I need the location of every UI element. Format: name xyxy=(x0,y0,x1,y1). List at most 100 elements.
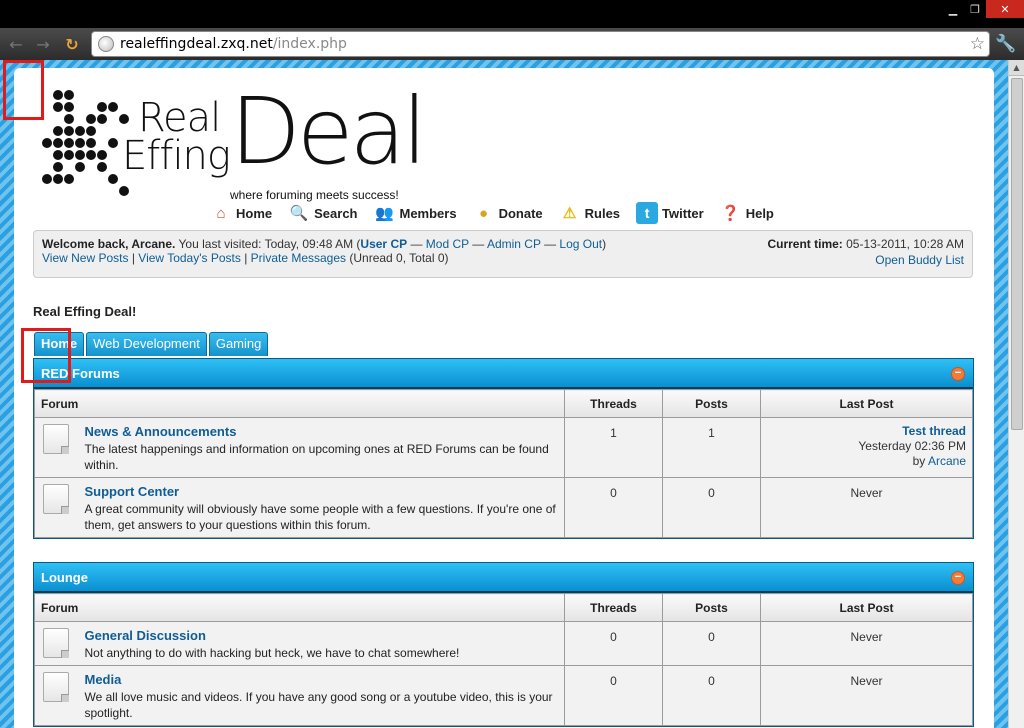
menu-rules[interactable]: ⚠ Rules xyxy=(559,202,620,224)
forward-icon[interactable]: → xyxy=(32,33,54,55)
forum-description: A great community will obviously have so… xyxy=(84,502,556,532)
forum-read-icon xyxy=(43,672,69,702)
logo-dots-icon xyxy=(42,90,132,202)
logo-dot xyxy=(75,126,85,136)
board-title: Real Effing Deal! xyxy=(33,304,137,319)
wrench-icon[interactable]: 🔧 xyxy=(994,32,1018,56)
logo-dot xyxy=(86,138,96,148)
scroll-thumb[interactable] xyxy=(1011,78,1023,430)
forum-link[interactable]: Media xyxy=(85,672,561,687)
category-title: Lounge xyxy=(41,570,88,585)
logo-tagline: where foruming meets success! xyxy=(230,188,399,202)
col-forum: Forum xyxy=(34,593,565,622)
search-icon: 🔍 xyxy=(289,205,309,222)
reload-icon[interactable]: ↻ xyxy=(61,33,83,55)
post-count: 1 xyxy=(662,417,761,478)
logo-dot xyxy=(53,102,63,112)
members-icon: 👥 xyxy=(375,205,394,222)
open-buddy-list-link[interactable]: Open Buddy List xyxy=(875,253,964,267)
close-icon[interactable]: ✕ xyxy=(986,0,1024,18)
star-icon[interactable]: ☆ xyxy=(970,34,985,54)
logo-dot xyxy=(108,174,118,184)
logo-dot xyxy=(75,162,85,172)
last-post-thread-link[interactable]: Test thread xyxy=(902,424,966,438)
last-post-cell: Never xyxy=(760,621,973,666)
minimize-icon[interactable]: ▁ xyxy=(942,0,964,18)
welcome-panel: Welcome back, Arcane. You last visited: … xyxy=(33,230,973,278)
table-row: Media We all love music and videos. If y… xyxy=(34,665,973,726)
table-row: News & Announcements The latest happenin… xyxy=(34,417,973,478)
forum-info-cell: Media We all love music and videos. If y… xyxy=(80,665,565,726)
category-lounge: Lounge − Forum Threads Posts Last Post G… xyxy=(33,562,974,727)
last-visited-text: You last visited: Today, 09:48 AM ( xyxy=(175,237,361,251)
logo-dot xyxy=(53,150,63,160)
last-post-time: Yesterday 02:36 PM xyxy=(858,439,966,453)
menu-twitter[interactable]: t Twitter xyxy=(636,202,704,224)
forum-link[interactable]: Support Center xyxy=(85,484,561,499)
post-count: 0 xyxy=(662,621,761,666)
home-icon: ⌂ xyxy=(216,204,226,222)
last-post-cell: Test thread Yesterday 02:36 PM by Arcane xyxy=(760,417,973,478)
help-icon: ❓ xyxy=(721,205,741,222)
logo-dot xyxy=(64,114,74,124)
main-menu: ⌂ Home 🔍 Search 👥 Members ● Donate ⚠ Rul… xyxy=(210,202,774,224)
pm-count-text: (Unread 0, Total 0) xyxy=(346,251,449,265)
scroll-up-icon[interactable]: ▲ xyxy=(1009,60,1024,76)
forum-info-cell: News & Announcements The latest happenin… xyxy=(80,417,565,478)
current-time-value: 05-13-2011, 10:28 AM xyxy=(842,237,964,251)
mod-cp-link[interactable]: Mod CP xyxy=(426,237,469,251)
current-time: Current time: 05-13-2011, 10:28 AM xyxy=(767,237,964,251)
site-logo[interactable]: Real Effing Deal where foruming meets su… xyxy=(42,86,442,202)
address-bar[interactable]: realeffingdeal.zxq.net/index.php ☆ xyxy=(91,31,990,57)
menu-donate[interactable]: ● Donate xyxy=(473,202,543,224)
pipe-1: | xyxy=(128,251,139,265)
collapse-icon[interactable]: − xyxy=(951,571,965,585)
logo-dot xyxy=(108,102,118,112)
menu-home[interactable]: ⌂ Home xyxy=(210,202,272,224)
url-host: realeffingdeal.zxq.net xyxy=(120,36,273,52)
logo-dot xyxy=(53,126,63,136)
user-cp-link[interactable]: User CP xyxy=(360,237,407,251)
tab-gaming[interactable]: Gaming xyxy=(208,332,269,356)
maximize-icon[interactable]: ❐ xyxy=(964,0,986,18)
vertical-scrollbar[interactable]: ▲ xyxy=(1008,60,1024,728)
table-row: General Discussion Not anything to do wi… xyxy=(34,621,973,666)
last-post-author-link[interactable]: Arcane xyxy=(928,454,966,468)
close-paren: ) xyxy=(602,237,607,251)
forum-table: Forum Threads Posts Last Post General Di… xyxy=(34,593,973,726)
thread-count: 0 xyxy=(564,665,663,726)
last-post-by: by xyxy=(912,454,928,468)
logo-dot xyxy=(42,174,52,184)
logo-dot xyxy=(75,138,85,148)
table-row: Support Center A great community will ob… xyxy=(34,477,973,538)
private-messages-link[interactable]: Private Messages xyxy=(251,251,346,265)
menu-rules-label: Rules xyxy=(584,205,621,221)
forum-link[interactable]: News & Announcements xyxy=(85,424,561,439)
logo-dot xyxy=(53,90,63,100)
thread-count: 0 xyxy=(564,621,663,666)
window-controls: ▁ ❐ ✕ xyxy=(942,0,1024,18)
collapse-icon[interactable]: − xyxy=(951,367,965,381)
menu-members-label: Members xyxy=(399,205,457,221)
back-icon[interactable]: ← xyxy=(5,33,27,55)
col-last-post: Last Post xyxy=(760,389,973,418)
view-todays-posts-link[interactable]: View Today's Posts xyxy=(138,251,241,265)
category-red-forums: RED Forums − Forum Threads Posts Last Po… xyxy=(33,358,974,539)
annotation-box xyxy=(3,60,44,120)
menu-help[interactable]: ❓ Help xyxy=(720,202,774,224)
browser-toolbar: ← → ↻ realeffingdeal.zxq.net/index.php ☆… xyxy=(0,28,1024,60)
logo-dot xyxy=(64,174,74,184)
admin-cp-link[interactable]: Admin CP xyxy=(487,237,541,251)
logo-dot xyxy=(119,186,129,196)
post-count: 0 xyxy=(662,477,761,538)
forum-link[interactable]: General Discussion xyxy=(85,628,561,643)
tab-web-development[interactable]: Web Development xyxy=(86,332,207,356)
menu-search[interactable]: 🔍 Search xyxy=(288,202,358,224)
logo-dot xyxy=(53,162,63,172)
page-viewport: Real Effing Deal where foruming meets su… xyxy=(0,60,1008,728)
view-new-posts-link[interactable]: View New Posts xyxy=(42,251,128,265)
col-posts: Posts xyxy=(662,389,761,418)
menu-members[interactable]: 👥 Members xyxy=(374,202,457,224)
logo-dot xyxy=(64,102,74,112)
log-out-link[interactable]: Log Out xyxy=(559,237,602,251)
